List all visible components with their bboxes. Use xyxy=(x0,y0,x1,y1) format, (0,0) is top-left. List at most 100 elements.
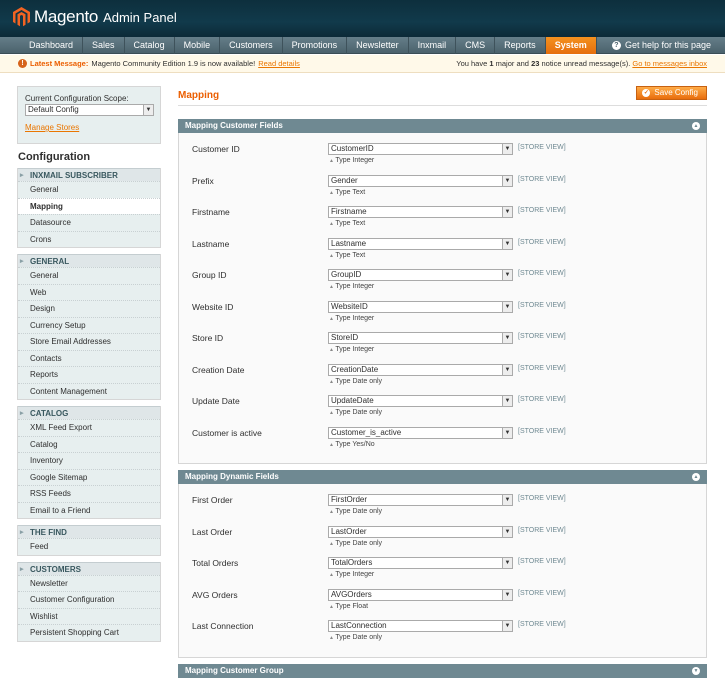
nav-item-sales[interactable]: Sales xyxy=(83,37,125,54)
chevron-down-icon: ▼ xyxy=(502,301,512,312)
field-type-note: Type Integer xyxy=(329,315,374,322)
mapping-select[interactable]: Lastname ▼ xyxy=(328,237,513,250)
field-label: Website ID xyxy=(192,301,234,312)
save-config-button[interactable]: ✓ Save Config xyxy=(636,86,707,100)
mapping-select[interactable]: AVGOrders ▼ xyxy=(328,588,513,601)
scope-select[interactable]: Default Config ▼ xyxy=(25,104,154,116)
checkmark-icon: ✓ xyxy=(642,89,651,97)
fieldset-header[interactable]: Mapping Dynamic Fields ▲ xyxy=(178,470,707,484)
mapping-select[interactable]: TotalOrders ▼ xyxy=(328,557,513,569)
mapping-select[interactable]: CreationDate ▼ xyxy=(328,363,513,376)
chevron-down-icon: ▼ xyxy=(502,427,512,438)
field-type-note: Type Date only xyxy=(329,409,382,416)
sidebar-item-store-email-addresses[interactable]: Store Email Addresses xyxy=(18,333,160,350)
mapping-select[interactable]: StoreID ▼ xyxy=(328,332,513,344)
config-section: CUSTOMERSNewsletterCustomer Configuratio… xyxy=(17,561,161,642)
field-label: Customer ID xyxy=(192,144,240,154)
config-section: THE FINDFeed xyxy=(17,525,161,556)
sidebar-item-crons[interactable]: Crons xyxy=(18,230,160,247)
sidebar-item-datasource[interactable]: Datasource xyxy=(18,214,160,231)
manage-stores-link[interactable]: Manage Stores xyxy=(25,123,154,132)
mapping-select[interactable]: Gender ▼ xyxy=(328,174,513,187)
section-title[interactable]: GENERAL xyxy=(18,254,160,268)
store-view-scope: [STORE VIEW] xyxy=(518,589,566,597)
section-title[interactable]: INXMAIL SUBSCRIBER xyxy=(18,168,160,182)
mapping-select[interactable]: LastOrder ▼ xyxy=(328,525,513,538)
mapping-select-value: Gender xyxy=(331,175,358,185)
sidebar-item-google-sitemap[interactable]: Google Sitemap xyxy=(18,468,160,485)
nav-item-dashboard[interactable]: Dashboard xyxy=(20,37,84,54)
expand-icon[interactable]: ▼ xyxy=(692,666,700,675)
nav-item-system[interactable]: System xyxy=(545,37,597,54)
sidebar-item-wishlist[interactable]: Wishlist xyxy=(18,607,160,624)
field-label: Lastname xyxy=(192,238,230,249)
section-title[interactable]: CUSTOMERS xyxy=(18,561,160,576)
nav-item-inxmail[interactable]: Inxmail xyxy=(409,37,457,54)
sidebar-item-general[interactable]: General xyxy=(18,181,160,198)
store-view-scope: [STORE VIEW] xyxy=(518,558,566,565)
chevron-down-icon: ▼ xyxy=(502,238,512,249)
sidebar-item-xml-feed-export[interactable]: XML Feed Export xyxy=(18,419,160,436)
field-row: Website ID WebsiteID ▼ Type Integer [STORE V… xyxy=(179,299,706,329)
mapping-select[interactable]: Firstname ▼ xyxy=(328,206,513,218)
field-type-note: Type Integer xyxy=(329,571,374,578)
fieldset-header[interactable]: Mapping Customer Fields ▲ xyxy=(178,119,707,133)
mapping-select[interactable]: WebsiteID ▼ xyxy=(328,300,513,313)
mapping-select[interactable]: Customer_is_active ▼ xyxy=(328,426,513,439)
section-title[interactable]: THE FIND xyxy=(18,525,160,539)
sidebar-item-feed[interactable]: Feed xyxy=(18,538,160,555)
field-type-note: Type Date only xyxy=(329,634,382,641)
collapse-icon[interactable]: ▲ xyxy=(692,122,700,130)
configuration-heading: Configuration xyxy=(17,143,161,168)
mapping-select[interactable]: UpdateDate ▼ xyxy=(328,395,513,407)
sidebar-item-mapping[interactable]: Mapping xyxy=(18,197,160,214)
sidebar-item-web[interactable]: Web xyxy=(18,283,160,300)
sidebar-item-persistent-shopping-cart[interactable]: Persistent Shopping Cart xyxy=(18,624,160,641)
store-view-scope: [STORE VIEW] xyxy=(518,364,566,372)
sidebar-item-content-management[interactable]: Content Management xyxy=(18,382,160,399)
sidebar-item-general[interactable]: General xyxy=(18,267,160,284)
nav-item-catalog[interactable]: Catalog xyxy=(125,37,175,54)
store-view-scope: [STORE VIEW] xyxy=(518,144,566,151)
store-view-scope: [STORE VIEW] xyxy=(518,396,566,403)
sidebar-item-catalog[interactable]: Catalog xyxy=(18,435,160,452)
latest-message-label: Latest Message: xyxy=(30,59,89,68)
fieldset-title: Mapping Dynamic Fields xyxy=(185,472,279,481)
chevron-down-icon: ▼ xyxy=(502,526,512,537)
sidebar-item-inventory[interactable]: Inventory xyxy=(18,452,160,469)
sidebar-item-rss-feeds[interactable]: RSS Feeds xyxy=(18,485,160,502)
nav-item-newsletter[interactable]: Newsletter xyxy=(347,37,409,54)
sidebar-item-currency-setup[interactable]: Currency Setup xyxy=(18,316,160,333)
fieldset-header[interactable]: Mapping Customer Group ▼ xyxy=(178,663,707,678)
help-link[interactable]: ? Get help for this page xyxy=(611,37,711,54)
read-details-link[interactable]: Read details xyxy=(258,55,300,72)
fieldset-title: Mapping Customer Fields xyxy=(185,121,283,130)
nav-item-customers[interactable]: Customers xyxy=(220,37,283,54)
nav-item-reports[interactable]: Reports xyxy=(495,37,546,54)
nav-item-promotions[interactable]: Promotions xyxy=(283,37,348,54)
collapse-icon[interactable]: ▲ xyxy=(692,473,700,481)
magento-logo[interactable]: Magento Admin Panel xyxy=(13,7,177,27)
sidebar-item-email-to-a-friend[interactable]: Email to a Friend xyxy=(18,501,160,518)
nav-item-mobile[interactable]: Mobile xyxy=(175,37,221,54)
field-label: Last Order xyxy=(192,526,233,537)
field-row: Store ID StoreID ▼ Type Integer [STORE VIEW] xyxy=(179,330,706,360)
nav-item-cms[interactable]: CMS xyxy=(456,37,496,54)
field-label: Group ID xyxy=(192,270,227,280)
field-type-note: Type Integer xyxy=(329,346,374,353)
sidebar-item-newsletter[interactable]: Newsletter xyxy=(18,574,160,591)
messages-inbox-link[interactable]: Go to messages inbox xyxy=(632,59,707,68)
field-row: Customer ID CustomerID ▼ Type Integer [STORE… xyxy=(179,141,706,171)
mapping-select[interactable]: CustomerID ▼ xyxy=(328,143,513,155)
mapping-select[interactable]: GroupID ▼ xyxy=(328,269,513,281)
mapping-select[interactable]: LastConnection ▼ xyxy=(328,620,513,632)
section-title[interactable]: CATALOG xyxy=(18,406,160,420)
header: Magento Admin Panel xyxy=(0,0,725,37)
mapping-select[interactable]: FirstOrder ▼ xyxy=(328,494,513,506)
mapping-select-value: LastOrder xyxy=(331,526,367,536)
sidebar-item-reports[interactable]: Reports xyxy=(18,366,160,383)
field-row: Prefix Gender ▼ Type Text [STORE VIEW] xyxy=(179,173,706,203)
sidebar-item-design[interactable]: Design xyxy=(18,300,160,317)
sidebar-item-contacts[interactable]: Contacts xyxy=(18,349,160,366)
sidebar-item-customer-configuration[interactable]: Customer Configuration xyxy=(18,591,160,608)
